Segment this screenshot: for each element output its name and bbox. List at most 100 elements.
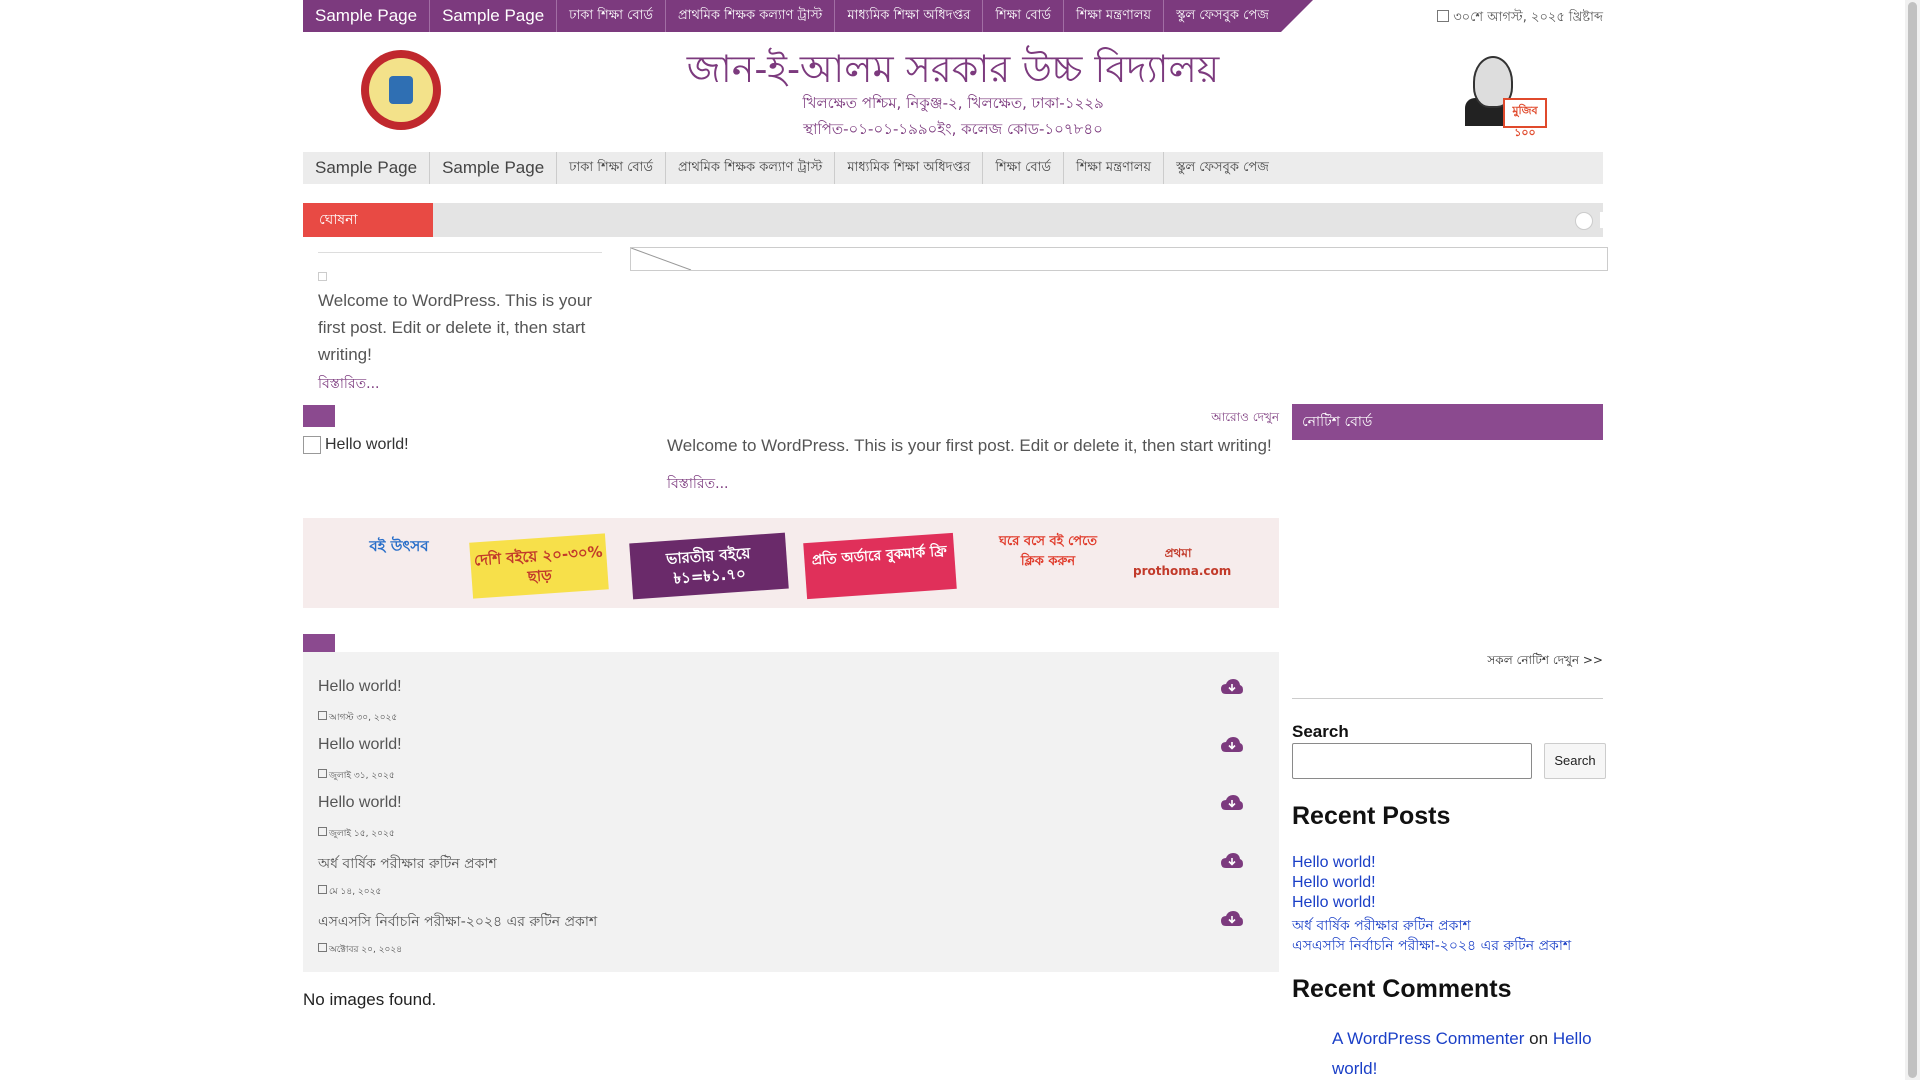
banner-boi-utsob: বই উৎসব bbox=[369, 537, 429, 555]
list-item-date: আগস্ট ৩০, ২০২৫ bbox=[318, 710, 397, 725]
section-a-header: আরোও দেখুন bbox=[303, 405, 1279, 427]
list-item-title[interactable]: Hello world! bbox=[318, 736, 402, 754]
banner-offer-2: ভারতীয় বইয়ে ৳১=৳১.৭০ bbox=[629, 532, 789, 600]
notice-ticker: ঘোষনা bbox=[303, 203, 1603, 237]
top-nav-item[interactable]: Sample Page bbox=[303, 0, 431, 32]
mujib-portrait-logo: মুজিব ১০০ bbox=[1463, 54, 1547, 139]
list-item-title[interactable]: এসএসসি নির্বাচনি পরীক্ষা-২০২৪ এর রুটিন প… bbox=[318, 910, 597, 934]
featured-post: Welcome to WordPress. This is your first… bbox=[318, 252, 602, 396]
nav-corner-decoration bbox=[1280, 0, 1313, 32]
ticker-label: ঘোষনা bbox=[303, 203, 433, 237]
current-date: ৩০শে আগস্ট, ২০২৫ খ্রিষ্টাব্দ bbox=[1437, 8, 1603, 29]
recent-post-link[interactable]: এসএসসি নির্বাচনি পরীক্ষা-২০২৪ এর রুটিন প… bbox=[1292, 934, 1571, 958]
recent-post-link[interactable]: Hello world! bbox=[1292, 874, 1376, 892]
page-scrollbar[interactable] bbox=[1905, 0, 1920, 1080]
top-bar: Sample Page Sample Page ঢাকা শিক্ষা বোর্… bbox=[303, 0, 1603, 32]
broken-image-icon bbox=[318, 272, 327, 281]
recent-post-link[interactable]: Hello world! bbox=[1292, 894, 1376, 912]
list-item[interactable]: অর্ধ বার্ষিক পরীক্ষার রুটিন প্রকাশ মে ১৪… bbox=[318, 840, 1258, 898]
main-nav-item[interactable]: স্কুল ফেসবুক পেজ bbox=[1164, 152, 1281, 184]
section-a-read-more-link[interactable]: বিস্তারিত... bbox=[667, 476, 729, 492]
ad-banner[interactable]: বই উৎসব দেশি বইয়ে ২০-৩০% ছাড় ভারতীয় ব… bbox=[303, 518, 1279, 608]
calendar-icon bbox=[318, 885, 327, 894]
notice-board-title: নোটিশ বোর্ড bbox=[1292, 404, 1603, 440]
post-image[interactable]: Hello world! bbox=[303, 436, 409, 454]
downloads-badge bbox=[303, 634, 335, 652]
ticker-pause-button[interactable] bbox=[1575, 212, 1593, 230]
cloud-download-icon[interactable] bbox=[1220, 736, 1244, 754]
site-established: স্থাপিত-০১-০১-১৯৯০ইং, কলেজ কোড-১০৭৮৪০ bbox=[803, 120, 1103, 138]
list-item[interactable]: এসএসসি নির্বাচনি পরীক্ষা-২০২৪ এর রুটিন প… bbox=[318, 898, 1258, 956]
cloud-download-icon[interactable] bbox=[1220, 910, 1244, 928]
calendar-icon bbox=[1437, 10, 1450, 22]
featured-excerpt: Welcome to WordPress. This is your first… bbox=[318, 291, 592, 364]
see-more-link[interactable]: আরোও দেখুন bbox=[1211, 409, 1279, 429]
banner-offer-4: ঘরে বসে বই পেতে ক্লিক করুন bbox=[998, 534, 1098, 569]
downloads-list: Hello world! আগস্ট ৩০, ২০২৫ Hello world!… bbox=[303, 652, 1279, 972]
sidebar: নোটিশ বোর্ড সকল নোটিশ দেখুন >> Search Se… bbox=[1292, 404, 1606, 1078]
recent-comment: A WordPress Commenter on Hello world! bbox=[1332, 1024, 1602, 1084]
search-label: Search bbox=[1292, 722, 1349, 741]
post-image-alt: Hello world! bbox=[325, 436, 409, 453]
date-text: ৩০শে আগস্ট, ২০২৫ খ্রিষ্টাব্দ bbox=[1453, 10, 1603, 25]
list-item[interactable]: Hello world! জুলাই ১৫, ২০২৫ bbox=[318, 782, 1258, 840]
top-nav-item[interactable]: Sample Page bbox=[430, 0, 558, 32]
search-input[interactable] bbox=[1292, 743, 1532, 779]
recent-posts-title: Recent Posts bbox=[1292, 802, 1451, 830]
gallery-empty-message: No images found. bbox=[303, 990, 437, 1009]
calendar-icon bbox=[318, 711, 327, 720]
calendar-icon bbox=[318, 769, 327, 778]
calendar-icon bbox=[318, 827, 327, 836]
recent-comments-title: Recent Comments bbox=[1292, 975, 1512, 1003]
mujib100-tag: মুজিব ১০০ bbox=[1503, 98, 1547, 139]
site-address: খিলক্ষেত পশ্চিম, নিকুঞ্জ-২, খিলক্ষেত, ঢা… bbox=[802, 94, 1104, 112]
top-nav-item[interactable]: মাধ্যমিক শিক্ষা অধিদপ্তর bbox=[835, 0, 984, 32]
comment-on-text: on bbox=[1529, 1029, 1549, 1048]
list-item-date: জুলাই ৩১, ২০২৫ bbox=[318, 768, 395, 783]
main-nav-item[interactable]: Sample Page bbox=[303, 152, 431, 184]
section-a-badge bbox=[303, 405, 335, 427]
featured-slider-image[interactable] bbox=[630, 247, 1608, 271]
top-nav-item[interactable]: প্রাথমিক শিক্ষক কল্যাণ ট্রাস্ট bbox=[666, 0, 836, 32]
list-item-date: অক্টোবর ২০, ২০২৪ bbox=[318, 942, 402, 957]
search-button[interactable]: Search bbox=[1544, 743, 1606, 779]
list-item[interactable]: Hello world! জুলাই ৩১, ২০২৫ bbox=[318, 724, 1258, 782]
ticker-edge bbox=[1600, 212, 1603, 228]
top-nav-item[interactable]: ঢাকা শিক্ষা বোর্ড bbox=[557, 0, 666, 32]
list-item-date: মে ১৪, ২০২৫ bbox=[318, 884, 381, 899]
main-nav-item[interactable]: শিক্ষা মন্ত্রণালয় bbox=[1064, 152, 1165, 184]
top-nav-item[interactable]: শিক্ষা বোর্ড bbox=[983, 0, 1065, 32]
banner-offer-1: দেশি বইয়ে ২০-৩০% ছাড় bbox=[469, 533, 609, 599]
banner-offer-3: প্রতি অর্ডারে বুকমার্ক ফ্রি bbox=[803, 532, 957, 600]
main-nav-item[interactable]: Sample Page bbox=[430, 152, 558, 184]
scrollbar-thumb[interactable] bbox=[1908, 2, 1917, 1078]
list-item-date: জুলাই ১৫, ২০২৫ bbox=[318, 826, 395, 841]
cloud-download-icon[interactable] bbox=[1220, 794, 1244, 812]
calendar-icon bbox=[318, 943, 327, 952]
comment-author-link[interactable]: A WordPress Commenter bbox=[1332, 1029, 1524, 1048]
main-nav-item[interactable]: প্রাথমিক শিক্ষক কল্যাণ ট্রাস্ট bbox=[666, 152, 836, 184]
main-nav: Sample Page Sample Page ঢাকা শিক্ষা বোর্… bbox=[303, 152, 1603, 184]
image-placeholder-icon bbox=[631, 248, 692, 270]
main-nav-item[interactable]: মাধ্যমিক শিক্ষা অধিদপ্তর bbox=[835, 152, 984, 184]
banner-prothoma-logo: প্রথমা prothoma.com bbox=[1133, 546, 1232, 578]
list-item[interactable]: Hello world! আগস্ট ৩০, ২০২৫ bbox=[318, 666, 1258, 724]
main-nav-item[interactable]: শিক্ষা বোর্ড bbox=[983, 152, 1065, 184]
divider bbox=[1292, 698, 1603, 699]
list-item-title[interactable]: Hello world! bbox=[318, 678, 402, 696]
divider bbox=[318, 252, 602, 254]
top-nav-item[interactable]: শিক্ষা মন্ত্রণালয় bbox=[1064, 0, 1165, 32]
recent-post-link[interactable]: Hello world! bbox=[1292, 854, 1376, 872]
featured-read-more-link[interactable]: বিস্তারিত... bbox=[318, 376, 380, 392]
all-notices-link[interactable]: সকল নোটিশ দেখুন >> bbox=[1487, 652, 1603, 672]
broken-image-icon bbox=[303, 436, 321, 454]
top-nav-item[interactable]: স্কুল ফেসবুক পেজ bbox=[1164, 0, 1281, 32]
downloads-header bbox=[303, 634, 1279, 653]
top-nav: Sample Page Sample Page ঢাকা শিক্ষা বোর্… bbox=[303, 0, 1313, 32]
section-a-excerpt: Welcome to WordPress. This is your first… bbox=[667, 436, 1272, 455]
list-item-title[interactable]: Hello world! bbox=[318, 794, 402, 812]
cloud-download-icon[interactable] bbox=[1220, 678, 1244, 696]
list-item-title[interactable]: অর্ধ বার্ষিক পরীক্ষার রুটিন প্রকাশ bbox=[318, 852, 497, 876]
cloud-download-icon[interactable] bbox=[1220, 852, 1244, 870]
main-nav-item[interactable]: ঢাকা শিক্ষা বোর্ড bbox=[557, 152, 666, 184]
